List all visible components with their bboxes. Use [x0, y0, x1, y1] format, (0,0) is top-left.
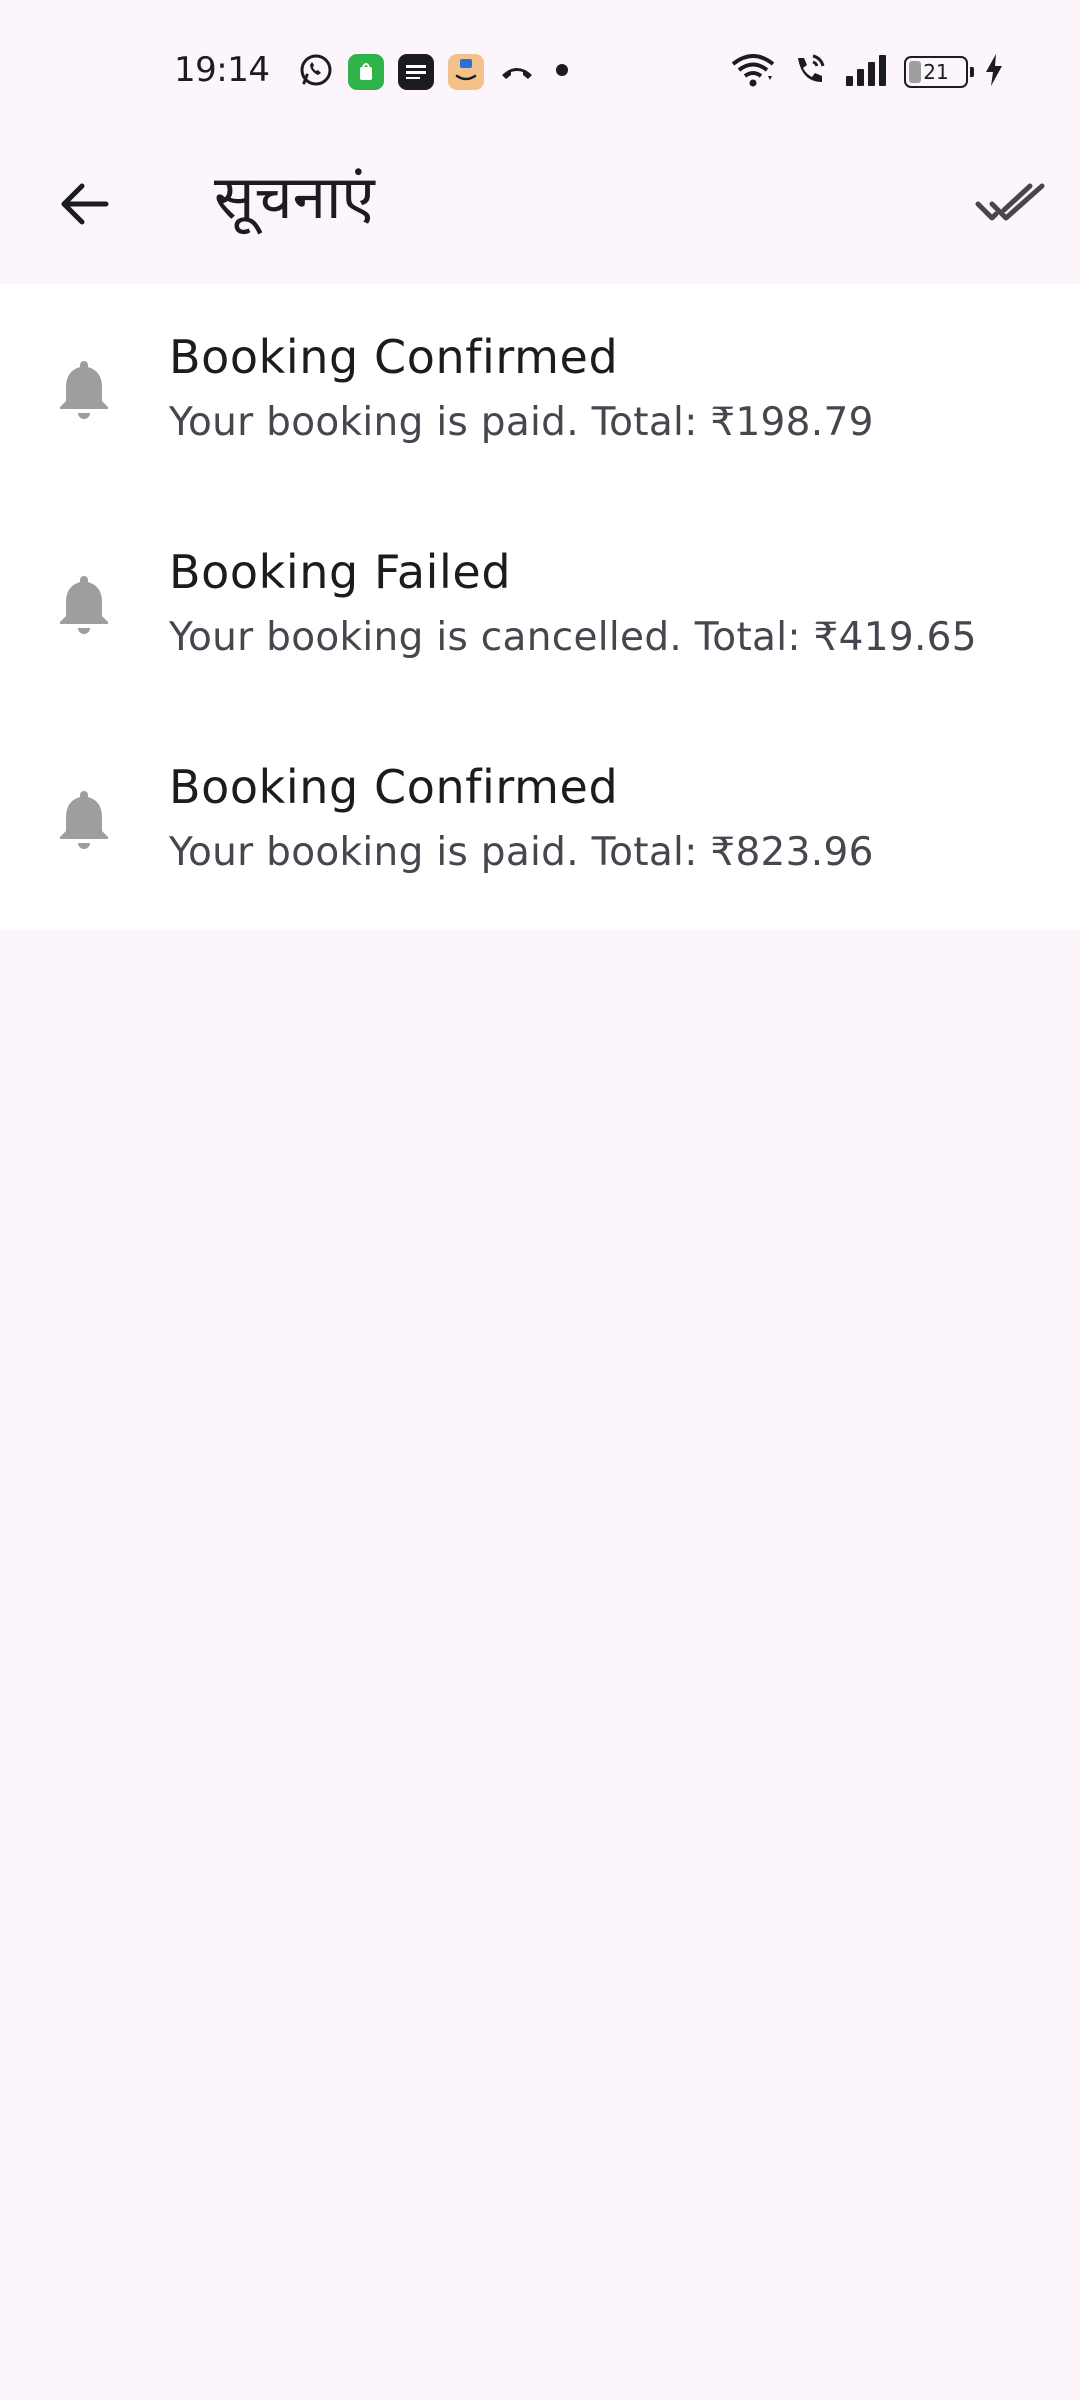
arrow-back-icon [56, 178, 112, 234]
bell-icon [56, 789, 112, 849]
back-button[interactable] [44, 166, 124, 246]
bell-icon [56, 574, 112, 634]
notification-body: Your booking is cancelled. Total: ₹419.6… [169, 615, 977, 660]
whatsapp-icon [298, 52, 334, 92]
system-icons: 21 [730, 52, 1004, 92]
status-time: 19:14 [174, 50, 270, 90]
signal-icon [844, 54, 888, 90]
notification-icons [298, 52, 574, 92]
battery-level: 21 [923, 60, 949, 84]
notification-item[interactable]: Booking Confirmed Your booking is paid. … [0, 284, 1080, 499]
notification-title: Booking Confirmed [169, 760, 619, 814]
app-store-icon [348, 54, 384, 90]
app-bar: सूचनाएं [0, 130, 1080, 284]
notification-title: Booking Failed [169, 545, 512, 599]
status-bar: 19:14 21 [0, 0, 1080, 130]
charging-icon [984, 53, 1004, 91]
mark-all-read-button[interactable] [968, 164, 1052, 248]
bell-icon [56, 359, 112, 419]
wifi-calling-icon [792, 52, 828, 92]
dot-icon [550, 58, 574, 86]
battery-icon: 21 [904, 56, 974, 88]
notification-item[interactable]: Booking Failed Your booking is cancelled… [0, 499, 1080, 714]
battery-fill [909, 61, 921, 83]
amazon-icon [448, 54, 484, 90]
news-app-icon [398, 54, 434, 90]
notification-list: Booking Confirmed Your booking is paid. … [0, 284, 1080, 930]
notification-title: Booking Confirmed [169, 330, 619, 384]
notification-body: Your booking is paid. Total: ₹823.96 [169, 830, 874, 875]
notification-item[interactable]: Booking Confirmed Your booking is paid. … [0, 714, 1080, 929]
done-all-icon [974, 180, 1046, 232]
missed-call-icon [498, 55, 536, 89]
notification-body: Your booking is paid. Total: ₹198.79 [169, 400, 874, 445]
wifi-icon [730, 52, 776, 92]
page-title: सूचनाएं [214, 163, 375, 233]
